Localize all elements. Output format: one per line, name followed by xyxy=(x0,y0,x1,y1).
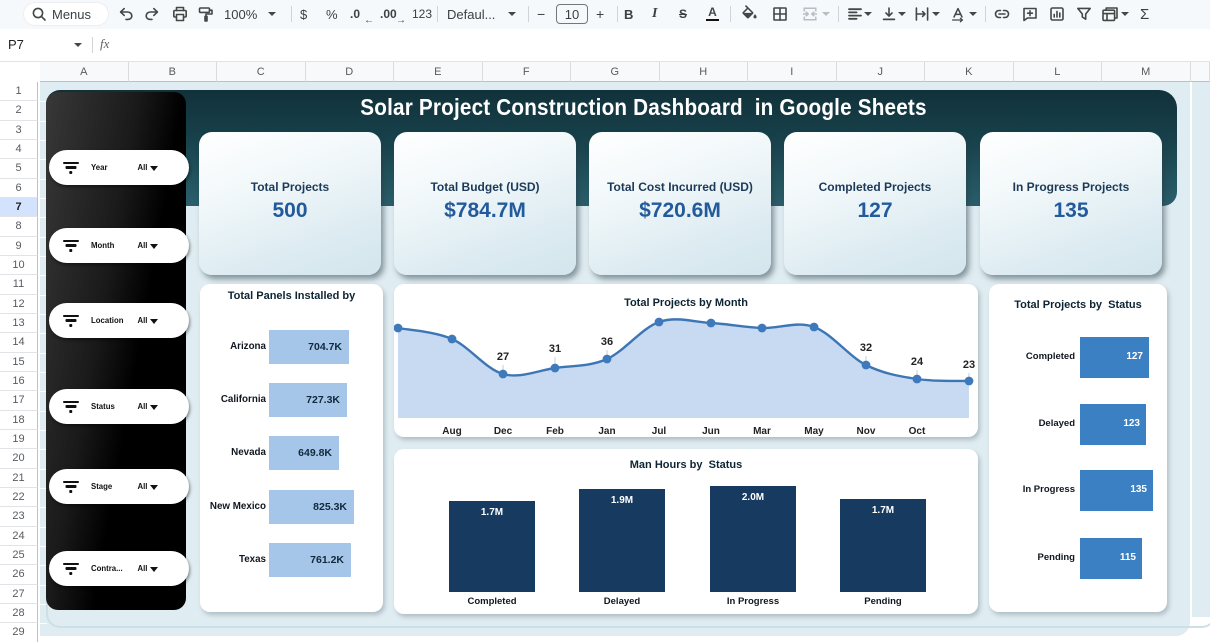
svg-text:27: 27 xyxy=(497,351,509,363)
svg-text:24: 24 xyxy=(911,356,924,368)
svg-text:36: 36 xyxy=(601,336,613,348)
svg-text:Mar: Mar xyxy=(753,426,771,437)
svg-text:Feb: Feb xyxy=(546,426,564,437)
svg-text:Nov: Nov xyxy=(857,426,876,437)
svg-text:23: 23 xyxy=(963,359,975,371)
svg-text:Jul: Jul xyxy=(652,426,667,437)
svg-text:Jun: Jun xyxy=(702,426,720,437)
svg-text:32: 32 xyxy=(860,342,872,354)
svg-text:Oct: Oct xyxy=(909,426,926,437)
svg-text:31: 31 xyxy=(549,343,561,355)
svg-text:Aug: Aug xyxy=(442,426,461,437)
svg-text:May: May xyxy=(804,426,824,437)
svg-text:Dec: Dec xyxy=(494,426,513,437)
svg-text:Jan: Jan xyxy=(598,426,615,437)
